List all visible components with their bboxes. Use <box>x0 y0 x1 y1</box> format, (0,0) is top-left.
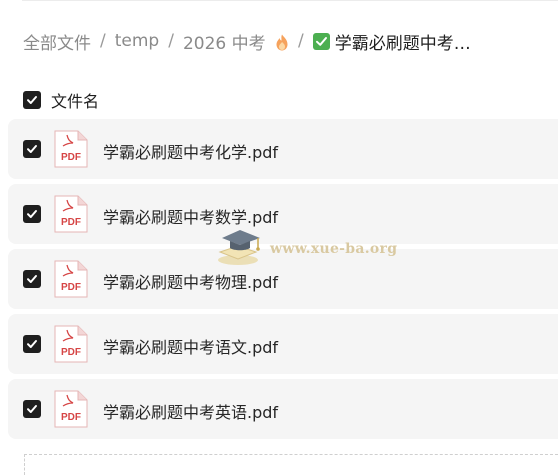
file-checkbox[interactable] <box>23 400 41 418</box>
file-checkbox[interactable] <box>23 205 41 223</box>
breadcrumb-separator: / <box>100 31 106 51</box>
file-name[interactable]: 学霸必刷题中考数学.pdf <box>103 204 278 228</box>
svg-text:PDF: PDF <box>61 152 81 163</box>
pdf-file-icon: PDF <box>54 325 88 363</box>
file-row-chemistry[interactable]: PDF 学霸必刷题中考化学.pdf <box>8 119 558 179</box>
checked-checkbox-icon <box>27 96 37 104</box>
svg-text:PDF: PDF <box>61 217 81 228</box>
top-divider <box>22 0 558 5</box>
file-name[interactable]: 学霸必刷题中考英语.pdf <box>103 399 278 423</box>
breadcrumb-current-label: 学霸必刷题中考… <box>334 33 471 54</box>
file-row-math[interactable]: PDF 学霸必刷题中考数学.pdf <box>8 184 558 244</box>
breadcrumb: 全部文件 / temp / 2026 中考 / 学霸必刷题中考… <box>23 28 471 54</box>
pdf-file-icon: PDF <box>54 195 88 233</box>
file-row-chinese[interactable]: PDF 学霸必刷题中考语文.pdf <box>8 314 558 374</box>
check-mark-emoji-icon <box>312 32 330 50</box>
file-checkbox[interactable] <box>23 335 41 353</box>
file-list: PDF 学霸必刷题中考化学.pdf PDF 学霸必刷题中考数学.pdf PDF … <box>8 119 558 444</box>
file-checkbox[interactable] <box>23 270 41 288</box>
breadcrumb-item-temp[interactable]: temp <box>115 31 159 51</box>
breadcrumb-item-label: 2026 中考 <box>182 33 266 54</box>
upload-drop-zone[interactable] <box>24 454 558 475</box>
breadcrumb-current-folder[interactable]: 学霸必刷题中考… <box>312 29 471 54</box>
file-checkbox[interactable] <box>23 140 41 158</box>
checked-checkbox-icon <box>27 340 37 348</box>
file-name[interactable]: 学霸必刷题中考物理.pdf <box>103 269 278 293</box>
svg-text:PDF: PDF <box>61 412 81 423</box>
breadcrumb-item-all-files[interactable]: 全部文件 <box>23 29 91 54</box>
checked-checkbox-icon <box>27 405 37 413</box>
pdf-file-icon: PDF <box>54 260 88 298</box>
svg-text:PDF: PDF <box>61 282 81 293</box>
checked-checkbox-icon <box>27 210 37 218</box>
pdf-file-icon: PDF <box>54 130 88 168</box>
file-list-header: 文件名 <box>23 88 99 112</box>
file-row-physics[interactable]: PDF 学霸必刷题中考物理.pdf <box>8 249 558 309</box>
breadcrumb-separator: / <box>298 31 304 51</box>
breadcrumb-item-2026[interactable]: 2026 中考 <box>183 29 289 54</box>
file-name[interactable]: 学霸必刷题中考语文.pdf <box>103 334 278 358</box>
column-header-filename[interactable]: 文件名 <box>51 88 99 112</box>
breadcrumb-separator: / <box>168 31 174 51</box>
select-all-checkbox[interactable] <box>23 91 41 109</box>
checked-checkbox-icon <box>27 145 37 153</box>
file-row-english[interactable]: PDF 学霸必刷题中考英语.pdf <box>8 379 558 439</box>
checked-checkbox-icon <box>27 275 37 283</box>
fire-emoji-icon <box>276 34 288 50</box>
pdf-file-icon: PDF <box>54 390 88 428</box>
file-name[interactable]: 学霸必刷题中考化学.pdf <box>103 139 278 163</box>
svg-text:PDF: PDF <box>61 347 81 358</box>
